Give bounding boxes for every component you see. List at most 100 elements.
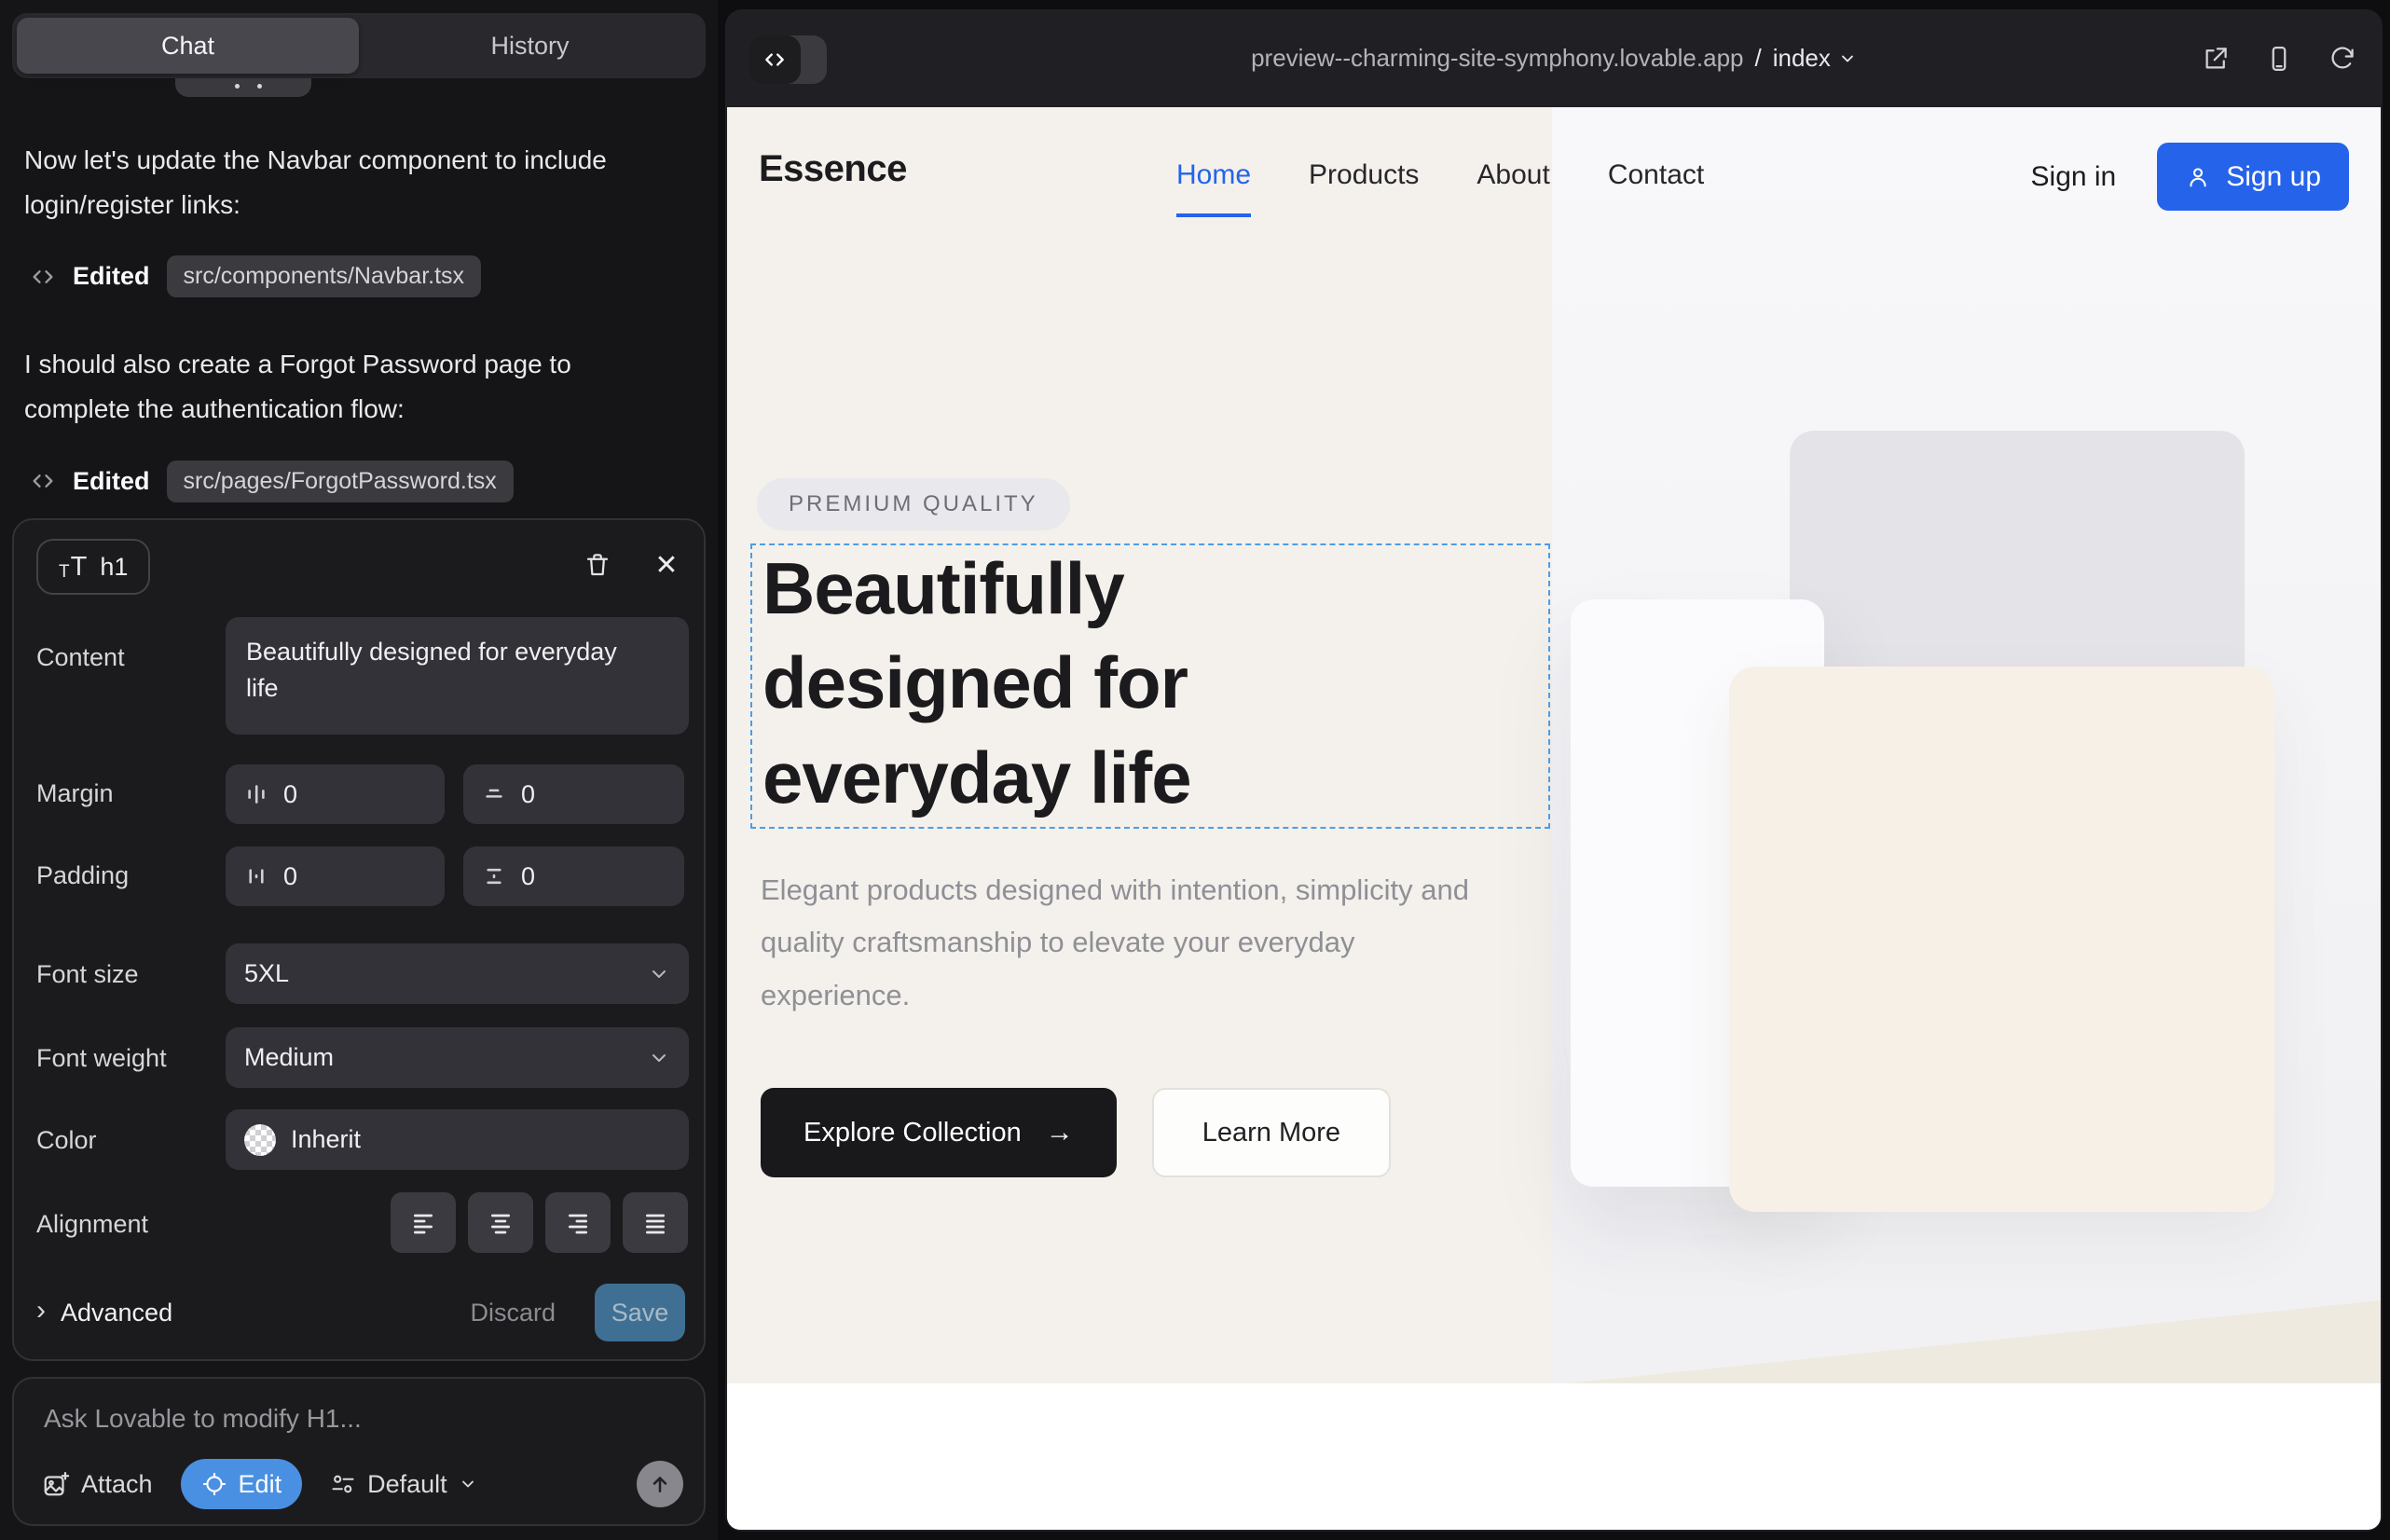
trash-icon	[584, 551, 611, 579]
file-path-badge[interactable]: src/components/Navbar.tsx	[167, 255, 482, 297]
chevron-down-icon	[648, 1047, 670, 1069]
typography-icon: TT	[59, 554, 87, 581]
site-viewport: Essence Home Products About Contact Sign…	[727, 107, 2381, 1530]
editor-footer: › Advanced Discard Save	[36, 1284, 685, 1341]
target-icon	[201, 1471, 227, 1497]
edited-label: Edited	[73, 262, 150, 291]
edited-file-row: Edited src/pages/ForgotPassword.tsx	[30, 461, 677, 502]
attach-button[interactable]: Attach	[42, 1470, 153, 1499]
selected-element-tag[interactable]: TT h1	[36, 539, 150, 595]
padding-vertical-input[interactable]: 0	[463, 846, 684, 906]
mobile-view-button[interactable]	[2265, 45, 2293, 73]
close-editor-button[interactable]: ✕	[646, 544, 687, 585]
lovable-app: Chat History Now let's update the Navbar…	[0, 0, 2390, 1540]
code-icon	[30, 264, 56, 290]
align-justify-button[interactable]	[623, 1192, 688, 1253]
align-justify-icon	[641, 1209, 669, 1237]
code-toggle-segment[interactable]	[749, 35, 801, 84]
hero-cta-row: Explore Collection → Learn More	[761, 1088, 1391, 1177]
chevron-right-icon: ›	[36, 1297, 46, 1325]
site-navbar: Essence Home Products About Contact Sign…	[727, 107, 2381, 256]
discard-button[interactable]: Discard	[464, 1298, 561, 1328]
nav-link-contact[interactable]: Contact	[1608, 159, 1704, 191]
margin-vertical-input[interactable]: 0	[463, 764, 684, 824]
site-logo[interactable]: Essence	[759, 148, 907, 190]
code-icon	[30, 468, 56, 494]
alignment-field-label: Alignment	[36, 1210, 148, 1239]
smartphone-icon	[2265, 45, 2293, 73]
preview-toolbar: preview--charming-site-symphony.lovable.…	[725, 9, 2383, 107]
margin-vertical-icon	[482, 782, 506, 806]
font-size-select[interactable]: 5XL	[226, 943, 689, 1004]
hero-heading[interactable]: Beautifully designed for everyday life	[762, 542, 1359, 825]
padding-horizontal-input[interactable]: 0	[226, 846, 445, 906]
learn-more-button[interactable]: Learn More	[1152, 1088, 1391, 1177]
edit-mode-button[interactable]: Edit	[181, 1459, 303, 1509]
chat-composer: Attach Edit Default	[12, 1377, 706, 1526]
color-field-label: Color	[36, 1126, 97, 1155]
chevron-down-icon	[459, 1475, 477, 1493]
refresh-icon	[2328, 45, 2356, 73]
arrow-up-icon	[648, 1472, 672, 1496]
chat-message: I should also create a Forgot Password p…	[24, 342, 658, 432]
alignment-button-group	[391, 1192, 688, 1253]
preview-url: preview--charming-site-symphony.lovable.…	[1251, 44, 1743, 73]
save-button[interactable]: Save	[595, 1284, 685, 1341]
section-below-hero	[727, 1383, 2381, 1530]
chat-message: Now let's update the Navbar component to…	[24, 138, 658, 227]
composer-input[interactable]	[42, 1403, 642, 1435]
element-editor-panel: TT h1 ✕ Content Beautifully designed for…	[12, 518, 706, 1361]
align-center-button[interactable]	[468, 1192, 533, 1253]
file-path-badge[interactable]: src/pages/ForgotPassword.tsx	[167, 461, 514, 502]
color-swatch-transparent	[244, 1124, 276, 1156]
content-input[interactable]: Beautifully designed for everyday life	[226, 617, 689, 735]
code-brackets-icon	[762, 48, 787, 72]
color-select[interactable]: Inherit	[226, 1109, 689, 1170]
user-icon	[2185, 164, 2211, 190]
close-icon: ✕	[654, 549, 678, 582]
padding-field-label: Padding	[36, 861, 129, 890]
sliders-icon	[330, 1471, 356, 1497]
hero-badge: PREMIUM QUALITY	[757, 478, 1070, 530]
mode-selector[interactable]: Default	[330, 1470, 477, 1499]
tab-history[interactable]: History	[359, 18, 701, 74]
site-nav-links: Home Products About Contact	[1176, 159, 1704, 191]
tab-chat[interactable]: Chat	[17, 18, 359, 74]
element-tag-label: h1	[100, 553, 128, 582]
code-preview-toggle[interactable]	[749, 35, 827, 84]
chevron-down-icon	[1838, 49, 1857, 68]
advanced-label: Advanced	[61, 1299, 172, 1327]
external-link-icon	[2202, 45, 2230, 73]
font-weight-select[interactable]: Medium	[226, 1027, 689, 1088]
nav-link-products[interactable]: Products	[1309, 159, 1419, 191]
edited-file-row: Edited src/components/Navbar.tsx	[30, 255, 677, 297]
preview-window: preview--charming-site-symphony.lovable.…	[725, 9, 2383, 1532]
align-right-icon	[564, 1209, 592, 1237]
delete-element-button[interactable]	[577, 544, 618, 585]
sign-in-link[interactable]: Sign in	[2031, 161, 2117, 193]
explore-collection-button[interactable]: Explore Collection →	[761, 1088, 1117, 1177]
nav-link-home[interactable]: Home	[1176, 159, 1251, 191]
url-separator: /	[1755, 44, 1762, 73]
sign-up-button[interactable]: Sign up	[2157, 143, 2349, 211]
attach-image-icon	[42, 1470, 70, 1498]
margin-horizontal-icon	[244, 782, 268, 806]
refresh-button[interactable]	[2328, 45, 2356, 73]
hero-description: Elegant products designed with intention…	[761, 864, 1506, 1022]
preview-url-bar: preview--charming-site-symphony.lovable.…	[725, 9, 2383, 107]
send-button[interactable]	[637, 1461, 683, 1507]
edited-label: Edited	[73, 467, 150, 496]
align-left-button[interactable]	[391, 1192, 456, 1253]
nav-link-about[interactable]: About	[1477, 159, 1549, 191]
margin-horizontal-input[interactable]: 0	[226, 764, 445, 824]
composer-toolbar: Attach Edit Default	[42, 1459, 683, 1509]
font-weight-field-label: Font weight	[36, 1044, 167, 1073]
page-selector[interactable]: index	[1773, 44, 1857, 73]
site-auth-actions: Sign in Sign up	[2031, 143, 2349, 211]
chat-message-list: Now let's update the Navbar component to…	[24, 112, 677, 547]
open-in-new-tab-button[interactable]	[2202, 45, 2230, 73]
chat-history-tabs: Chat History	[12, 13, 706, 78]
padding-horizontal-icon	[244, 864, 268, 888]
advanced-toggle[interactable]: › Advanced	[36, 1299, 172, 1327]
align-right-button[interactable]	[545, 1192, 611, 1253]
